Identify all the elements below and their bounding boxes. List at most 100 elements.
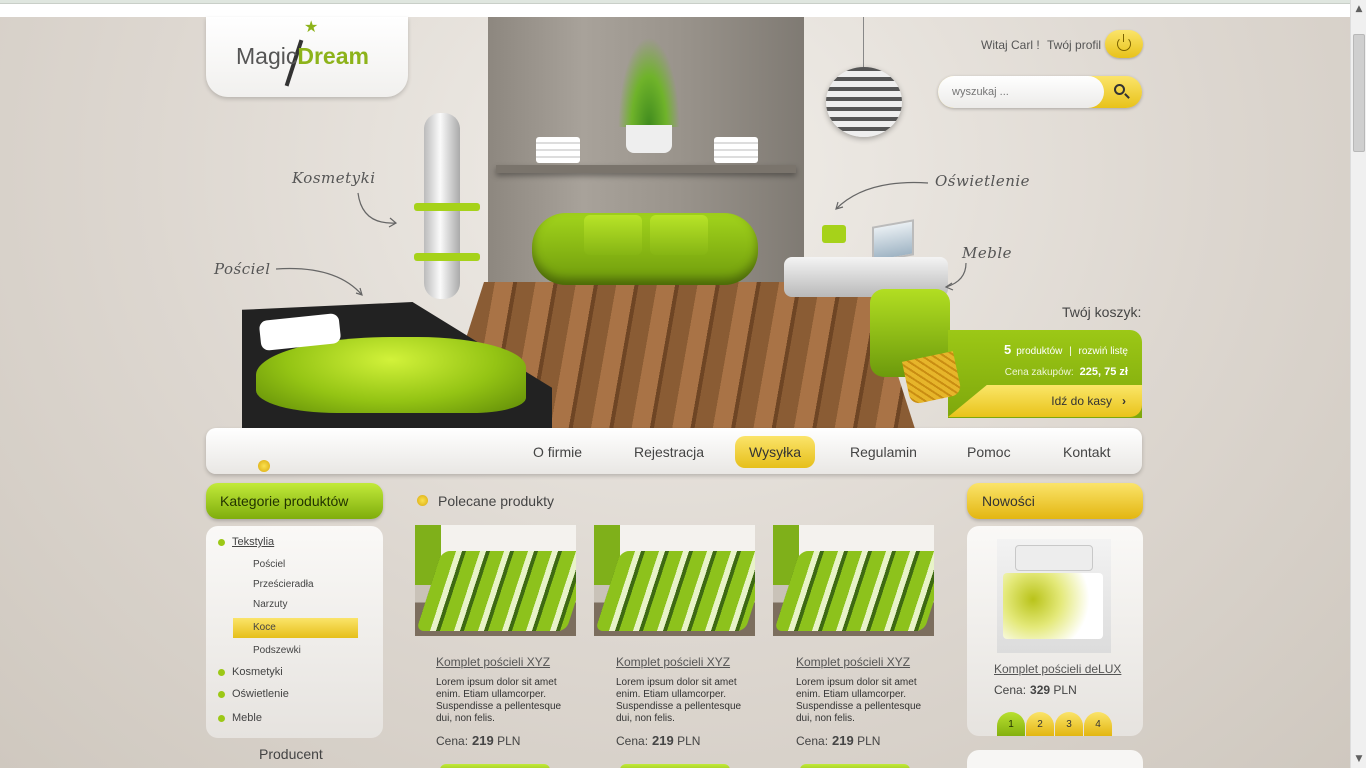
scroll-up-arrow-icon[interactable]: ▲ (1353, 2, 1365, 16)
cart-count-text: produktów (1016, 346, 1063, 357)
product-price: Cena: 219 PLN (436, 733, 520, 748)
subcategory-przescieradla[interactable]: Prześcieradła (253, 579, 314, 590)
price-currency: PLN (1053, 683, 1077, 697)
price-value: 329 (1030, 683, 1051, 697)
cart-count: 5 (1003, 342, 1012, 357)
product-description: Lorem ipsum dolor sit amet enim. Etiam u… (796, 677, 922, 724)
price-label: Cena: (436, 734, 469, 748)
cart-total-line: Cena zakupów: 225, 75 zł (1005, 366, 1128, 378)
welcome-message: Witaj Carl ! Twój profil (981, 38, 1101, 52)
price-value: 219 (652, 733, 674, 748)
scroll-down-arrow-icon[interactable]: ▼ (1353, 752, 1365, 766)
add-to-cart-button[interactable] (800, 764, 910, 768)
browser-strip (0, 4, 1350, 17)
news-page-4[interactable]: 4 (1084, 712, 1112, 736)
add-to-cart-button[interactable] (440, 764, 550, 768)
nav-pomoc[interactable]: Pomoc (953, 436, 1025, 468)
cart-count-line: 5 produktów | rozwiń listę (1004, 342, 1128, 357)
cart-total-label: Cena zakupów: (1004, 367, 1074, 378)
image-detail (1003, 573, 1103, 639)
image-detail (1015, 545, 1093, 571)
news-page-2[interactable]: 2 (1026, 712, 1054, 736)
product-name-link[interactable]: Komplet pościeli XYZ (436, 655, 550, 669)
price-label: Cena: (994, 683, 1027, 697)
news-product-price: Cena: 329 PLN (994, 683, 1077, 697)
image-detail (595, 551, 755, 631)
logo-part-dream: Dream (297, 43, 369, 69)
logo-part-magic: Magic (236, 43, 298, 69)
product-name-link[interactable]: Komplet pościeli XYZ (796, 655, 910, 669)
welcome-text: Witaj Carl ! (981, 38, 1040, 52)
product-description: Lorem ipsum dolor sit amet enim. Etiam u… (436, 677, 562, 724)
product-price: Cena: 219 PLN (616, 733, 700, 748)
featured-title: Polecane produkty (438, 493, 554, 509)
price-currency: PLN (677, 734, 701, 748)
price-label: Cena: (616, 734, 649, 748)
category-tekstylia[interactable]: Tekstylia (232, 536, 274, 548)
vertical-scrollbar[interactable]: ▲ ▼ (1350, 0, 1366, 768)
search-icon (1114, 84, 1125, 95)
site-logo[interactable]: ★ MagicDream (206, 17, 408, 97)
profile-link[interactable]: Twój profil (1047, 38, 1101, 52)
category-meble[interactable]: Meble (232, 712, 262, 724)
product-image[interactable] (773, 525, 934, 636)
search-box (938, 76, 1142, 108)
category-oswietlenie[interactable]: Oświetlenie (232, 688, 289, 700)
featured-dot-icon (417, 495, 428, 506)
product-description: Lorem ipsum dolor sit amet enim. Etiam u… (616, 677, 742, 724)
news-page-3[interactable]: 3 (1055, 712, 1083, 736)
cart-expand-link[interactable]: rozwiń listę (1079, 346, 1128, 357)
add-to-cart-button[interactable] (620, 764, 730, 768)
scroll-thumb[interactable] (1353, 34, 1365, 152)
cart-total-value: 225, 75 zł (1079, 366, 1128, 378)
bullet-icon (218, 539, 225, 546)
cart-title: Twój koszyk: (1062, 304, 1142, 320)
image-detail (416, 551, 576, 631)
news-header: Nowości (967, 483, 1143, 519)
power-icon (1117, 34, 1131, 51)
search-input[interactable] (938, 76, 1104, 108)
product-price: Cena: 219 PLN (796, 733, 880, 748)
bullet-icon (218, 669, 225, 676)
bullet-icon (218, 691, 225, 698)
chevron-right-icon: › (1122, 394, 1126, 408)
categories-header: Kategorie produktów (206, 483, 383, 519)
price-value: 219 (472, 733, 494, 748)
logo-text: MagicDream (236, 43, 369, 70)
cart-separator: | (1069, 346, 1072, 357)
nav-rejestracja[interactable]: Rejestracja (620, 436, 718, 468)
price-currency: PLN (857, 734, 881, 748)
category-active-highlight (233, 618, 358, 638)
category-kosmetyki[interactable]: Kosmetyki (232, 666, 283, 678)
arrow-line (275, 267, 363, 296)
nav-regulamin[interactable]: Regulamin (836, 436, 931, 468)
price-label: Cena: (796, 734, 829, 748)
product-image[interactable] (415, 525, 576, 636)
subcategory-podszewki[interactable]: Podszewki (253, 645, 301, 656)
logout-button[interactable] (1105, 30, 1143, 58)
news-product-name-link[interactable]: Komplet pościeli deLUX (994, 662, 1121, 676)
nav-wysylka[interactable]: Wysyłka (735, 436, 815, 468)
news-page-1[interactable]: 1 (997, 712, 1025, 736)
subcategory-posciel[interactable]: Pościel (253, 559, 285, 570)
search-button[interactable] (1108, 80, 1134, 104)
nav-o-firmie[interactable]: O firmie (519, 436, 596, 468)
price-currency: PLN (497, 734, 521, 748)
product-image[interactable] (594, 525, 755, 636)
arrow-line (945, 262, 967, 288)
subcategory-koce[interactable]: Koce (253, 622, 276, 633)
subcategory-narzuty[interactable]: Narzuty (253, 599, 287, 610)
image-detail (774, 551, 934, 631)
arrow-line (835, 181, 929, 210)
arrowhead (944, 282, 954, 291)
news-product-image[interactable] (997, 539, 1111, 653)
nav-kontakt[interactable]: Kontakt (1049, 436, 1124, 468)
producer-title: Producent (259, 746, 323, 762)
nav-dot-icon (258, 460, 270, 472)
price-value: 219 (832, 733, 854, 748)
checkout-label: Idź do kasy (1051, 394, 1112, 408)
bullet-icon (218, 715, 225, 722)
second-news-panel (967, 750, 1143, 768)
product-name-link[interactable]: Komplet pościeli XYZ (616, 655, 730, 669)
star-icon: ★ (304, 17, 319, 36)
